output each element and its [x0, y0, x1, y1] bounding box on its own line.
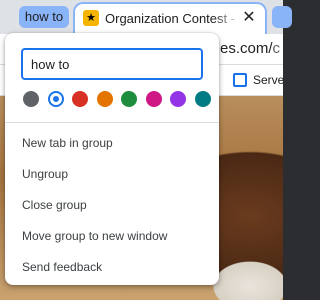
color-swatch-cyan[interactable]	[194, 91, 211, 107]
move-group-to-new-window-item[interactable]: Move group to new window	[5, 221, 219, 252]
color-swatch-red[interactable]	[72, 91, 88, 107]
close-group-item[interactable]: Close group	[5, 190, 219, 221]
tab-strip: how to ★ Organization Contest - In ✕	[0, 0, 292, 34]
color-swatch-yellow[interactable]	[96, 91, 113, 107]
color-swatch-green[interactable]	[121, 91, 137, 107]
color-swatch-purple[interactable]	[170, 91, 186, 107]
send-feedback-item[interactable]: Send feedback	[5, 252, 219, 283]
tab-group-chip[interactable]: how to	[19, 6, 69, 28]
group-color-picker	[23, 91, 219, 109]
color-swatch-pink[interactable]	[145, 91, 162, 107]
url-text-cut: c	[272, 40, 281, 57]
active-tab[interactable]: ★ Organization Contest - In ✕	[73, 2, 267, 34]
color-swatch-blue[interactable]	[47, 91, 64, 107]
group-menu: New tab in group Ungroup Close group Mov…	[5, 128, 219, 283]
group-title-input[interactable]	[21, 48, 203, 80]
tab-group-editor-bubble: New tab in group Ungroup Close group Mov…	[5, 33, 219, 285]
new-tab-in-group-item[interactable]: New tab in group	[5, 128, 219, 159]
bookmark-label: Serve	[253, 73, 285, 87]
menu-divider	[5, 122, 219, 123]
tab-title: Organization Contest - In	[105, 11, 241, 26]
site-favicon-icon: ★	[83, 10, 99, 26]
tab-close-icon[interactable]: ✕	[239, 8, 259, 28]
ungroup-item[interactable]: Ungroup	[5, 159, 219, 190]
bookmark-folder-icon	[233, 73, 247, 87]
color-swatch-grey[interactable]	[23, 91, 39, 107]
bookmark-item[interactable]: Serve	[233, 71, 284, 89]
next-tab-group-chip[interactable]	[272, 6, 292, 28]
